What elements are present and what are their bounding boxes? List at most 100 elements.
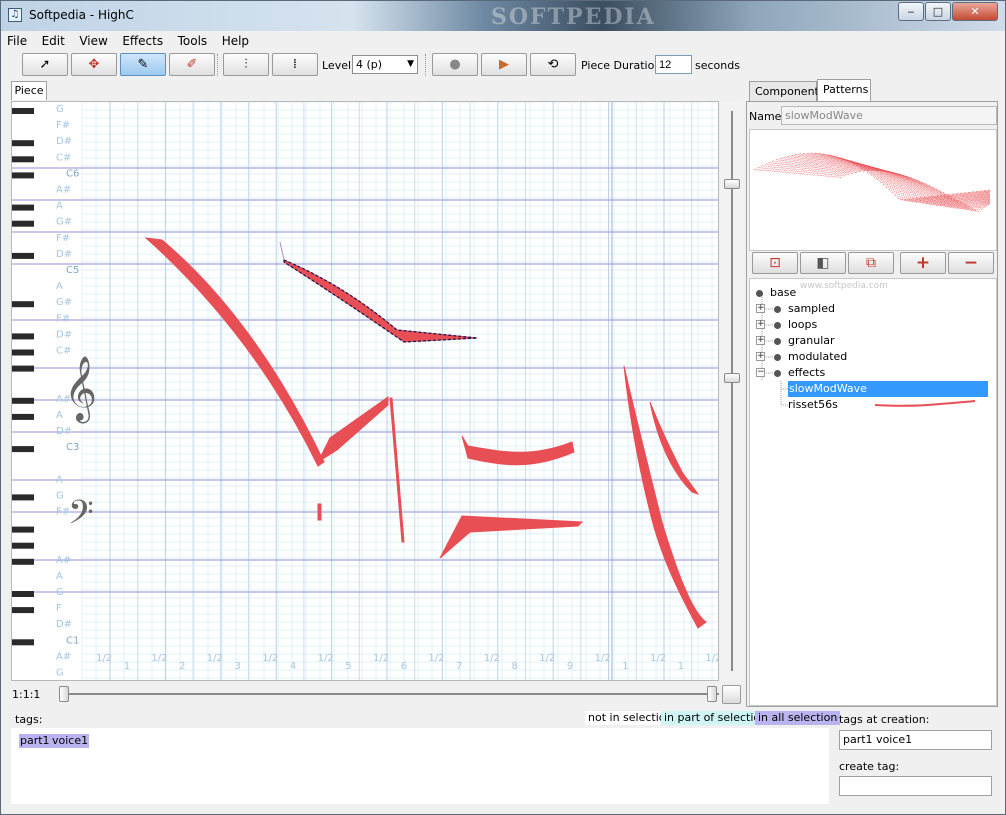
menu-tools[interactable]: Tools <box>172 31 213 49</box>
maximize-button[interactable]: □ <box>925 2 951 21</box>
note-label: F <box>56 603 62 614</box>
slider-track <box>59 693 719 695</box>
piano-black-key <box>12 220 34 227</box>
tree-item-slowmodwave[interactable]: slowModWave <box>788 381 988 397</box>
minus-icon: − <box>963 253 979 273</box>
note-label: A <box>56 474 63 485</box>
piece-duration-input[interactable] <box>655 55 692 74</box>
note-label: D# <box>56 136 72 147</box>
tab-components[interactable]: Components <box>749 81 825 101</box>
minimize-button[interactable]: ‒ <box>898 2 924 21</box>
tree-item-modulated[interactable]: + modulated <box>756 349 847 365</box>
tree-item-effects[interactable]: − effects <box>756 365 825 381</box>
tree-item-granular[interactable]: + granular <box>756 333 835 349</box>
mute-pattern-button[interactable]: ◧ <box>800 252 846 274</box>
piano-black-key <box>12 172 34 179</box>
expand-icon[interactable]: + <box>756 336 765 345</box>
tag-chip[interactable]: part1 <box>19 734 51 748</box>
beat-label: 1/2 <box>650 653 666 664</box>
horizontal-slider-handle-right[interactable] <box>707 686 717 702</box>
vertical-slider-handle-bottom[interactable] <box>724 373 740 383</box>
note-label: C5 <box>66 265 79 276</box>
play-button[interactable]: ▶ <box>481 53 527 76</box>
note-label: G# <box>56 217 72 228</box>
record-button[interactable]: ● <box>432 53 478 76</box>
beat-label: 1/2 <box>595 653 611 664</box>
node-icon <box>774 369 781 377</box>
piano-black-key <box>12 108 34 114</box>
collapse-icon[interactable]: − <box>756 368 765 377</box>
note-label: F# <box>56 233 70 244</box>
expand-icon[interactable]: + <box>756 320 765 329</box>
edit-tool-button[interactable]: ✐ <box>169 53 215 76</box>
align-tool-button[interactable]: ⫶ <box>223 53 269 76</box>
tab-patterns[interactable]: Patterns <box>817 79 871 101</box>
note-label: D# <box>56 329 72 340</box>
beat-label: 4 <box>290 661 296 672</box>
note-label: F# <box>56 120 70 131</box>
beat-label: 2 <box>179 661 185 672</box>
note-event <box>283 259 478 343</box>
corner-button[interactable] <box>722 685 741 704</box>
note-tail <box>279 241 285 261</box>
edit-pattern-button[interactable]: ⊡ <box>752 252 798 274</box>
piano-roll[interactable]: G F# D# C# C6 A# A G# F# D# C5 A G# F# D# C# A# A D# C3 A G F#… <box>11 101 719 681</box>
legend-in-all-selection: in all selection <box>755 711 841 725</box>
tags-at-creation-label: tags at creation: <box>839 713 930 726</box>
pencil-edit-icon: ✐ <box>186 57 198 72</box>
piano-black-key <box>12 140 34 147</box>
expand-icon[interactable]: + <box>756 304 765 313</box>
bass-clef-icon: 𝄢 <box>68 494 94 540</box>
create-tag-input[interactable] <box>839 776 992 796</box>
waveform-strand <box>756 153 991 201</box>
loop-button[interactable]: ⟲ <box>530 53 576 76</box>
pattern-name-field[interactable]: slowModWave <box>781 106 997 125</box>
title-bar[interactable]: ♫ Softpedia - HighC SOFTPEDIA ‒ □ ✕ <box>1 1 1005 31</box>
tree-item-base[interactable]: base <box>756 285 796 301</box>
tags-list[interactable]: part1 voice1 <box>11 728 829 804</box>
beat-label: 1/2 <box>428 653 444 664</box>
seconds-label: seconds <box>695 59 740 72</box>
menu-file[interactable]: File <box>1 31 32 49</box>
edit-pattern-icon: ⊡ <box>769 255 781 271</box>
menu-edit[interactable]: Edit <box>36 31 70 49</box>
multi-select-tool-button[interactable]: ✥ <box>71 53 117 76</box>
menu-bar: File Edit View Effects Tools Help <box>1 31 1005 51</box>
beat-label: 1 <box>124 661 130 672</box>
close-button[interactable]: ✕ <box>952 2 998 21</box>
waveform-strand <box>806 164 991 208</box>
beat-label: 6 <box>401 661 407 672</box>
copy-icon: ⧉ <box>866 255 876 271</box>
horizontal-zoom-slider[interactable] <box>59 685 719 703</box>
pattern-tree[interactable]: www.softpedia.com base + sampled + loops… <box>749 278 997 706</box>
horizontal-slider-handle-left[interactable] <box>59 686 69 702</box>
piano-roll-canvas[interactable]: GF#D#C#C6A#AG#F#D#C5AG#F#D#C#A#AD#C3AGF#… <box>12 102 719 681</box>
beat-label: 1/2 <box>539 653 555 664</box>
remove-pattern-button[interactable]: − <box>948 252 994 274</box>
tags-at-creation-input[interactable]: part1 voice1 <box>839 730 992 750</box>
note-label: A <box>56 410 63 421</box>
piano-black-key <box>12 333 34 340</box>
level-select[interactable]: 4 (p) ▼ <box>352 55 418 74</box>
node-icon <box>774 321 781 329</box>
tag-chip[interactable]: voice1 <box>51 734 90 748</box>
add-pattern-button[interactable]: + <box>900 252 946 274</box>
tree-item-risset56s[interactable]: risset56s <box>788 397 838 413</box>
vertical-slider-handle-top[interactable] <box>724 179 740 189</box>
tree-item-loops[interactable]: + loops <box>756 317 817 333</box>
menu-help[interactable]: Help <box>216 31 254 49</box>
tree-item-sampled[interactable]: + sampled <box>756 301 835 317</box>
beat-label: 1/2 <box>207 653 223 664</box>
expand-icon[interactable]: + <box>756 352 765 361</box>
vertical-zoom-slider[interactable] <box>720 101 743 681</box>
tab-piece[interactable]: Piece <box>11 81 47 100</box>
select-tool-button[interactable]: ➚ <box>22 53 68 76</box>
menu-effects[interactable]: Effects <box>116 31 168 49</box>
piano-black-key <box>12 526 34 533</box>
menu-view[interactable]: View <box>73 31 112 49</box>
note-label: G <box>56 490 64 501</box>
grid-tool-button[interactable]: ⁞ <box>272 53 318 76</box>
copy-pattern-button[interactable]: ⧉ <box>848 252 894 274</box>
piece-duration-label: Piece Duration: <box>581 59 666 72</box>
draw-tool-button[interactable]: ✎ <box>120 53 166 76</box>
